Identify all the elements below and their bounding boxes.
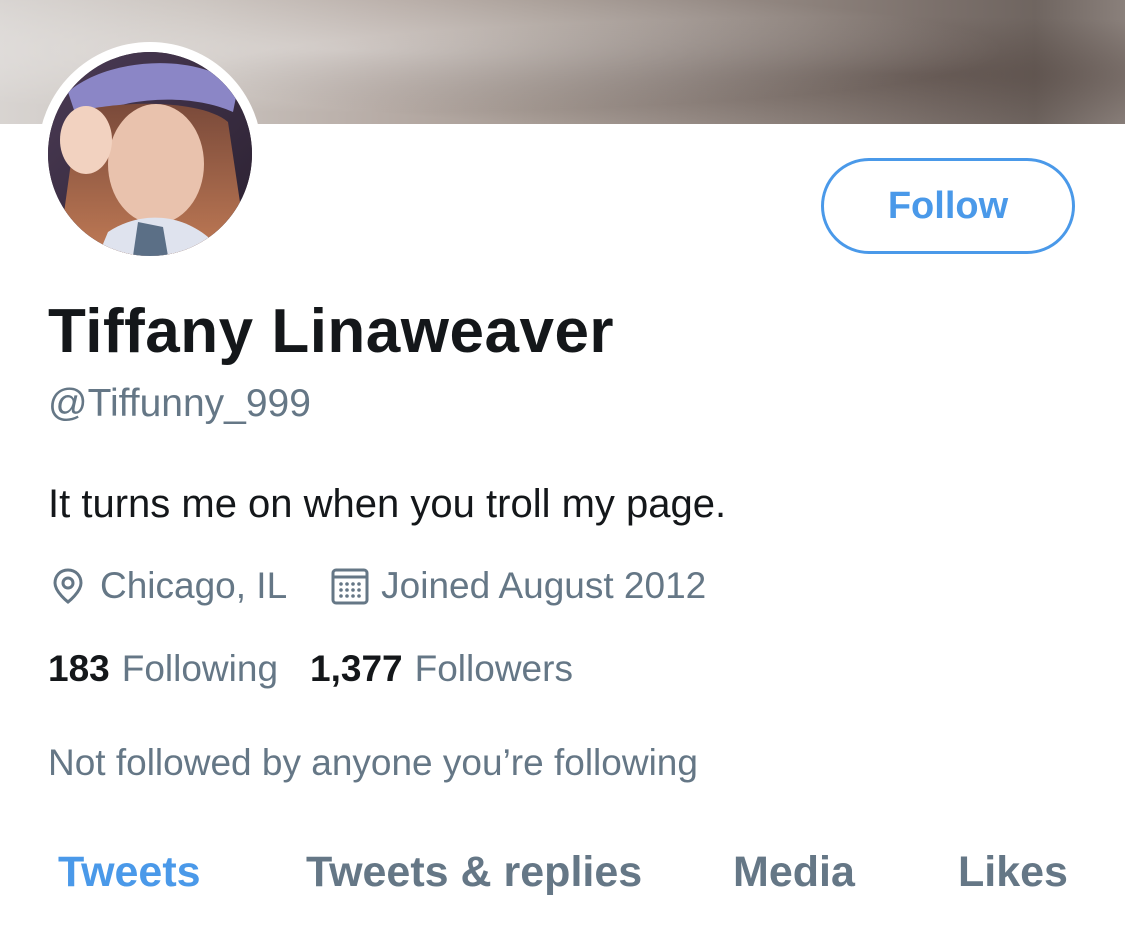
user-handle: @Tiffunny_999 [48,382,311,425]
follow-button[interactable]: Follow [821,158,1075,254]
follow-stats: 183 Following 1,377 Followers [48,648,573,690]
profile-tabs: Tweets Tweets & replies Media Likes [0,848,1125,912]
mutual-followers-note: Not followed by anyone you’re following [48,742,698,783]
joined-date: Joined August 2012 [381,565,707,606]
tab-media[interactable]: Media [733,848,855,897]
followers-label: Followers [414,648,573,689]
profile-meta: Chicago, IL Joined August 2012 [48,563,706,609]
tab-tweets-and-replies[interactable]: Tweets & replies [306,848,642,897]
calendar-icon [329,565,371,607]
following-stat[interactable]: 183 Following [48,648,278,690]
following-label: Following [121,648,279,689]
avatar[interactable] [48,52,252,256]
location-pin-icon [48,566,88,606]
location-text: Chicago, IL [100,565,288,606]
tab-tweets[interactable]: Tweets [58,848,201,897]
following-count: 183 [48,648,110,689]
followers-stat[interactable]: 1,377 Followers [310,648,573,690]
tab-likes[interactable]: Likes [958,848,1068,897]
profile-bio: It turns me on when you troll my page. [48,482,727,526]
display-name: Tiffany Linaweaver [48,297,615,366]
followers-count: 1,377 [310,648,403,689]
